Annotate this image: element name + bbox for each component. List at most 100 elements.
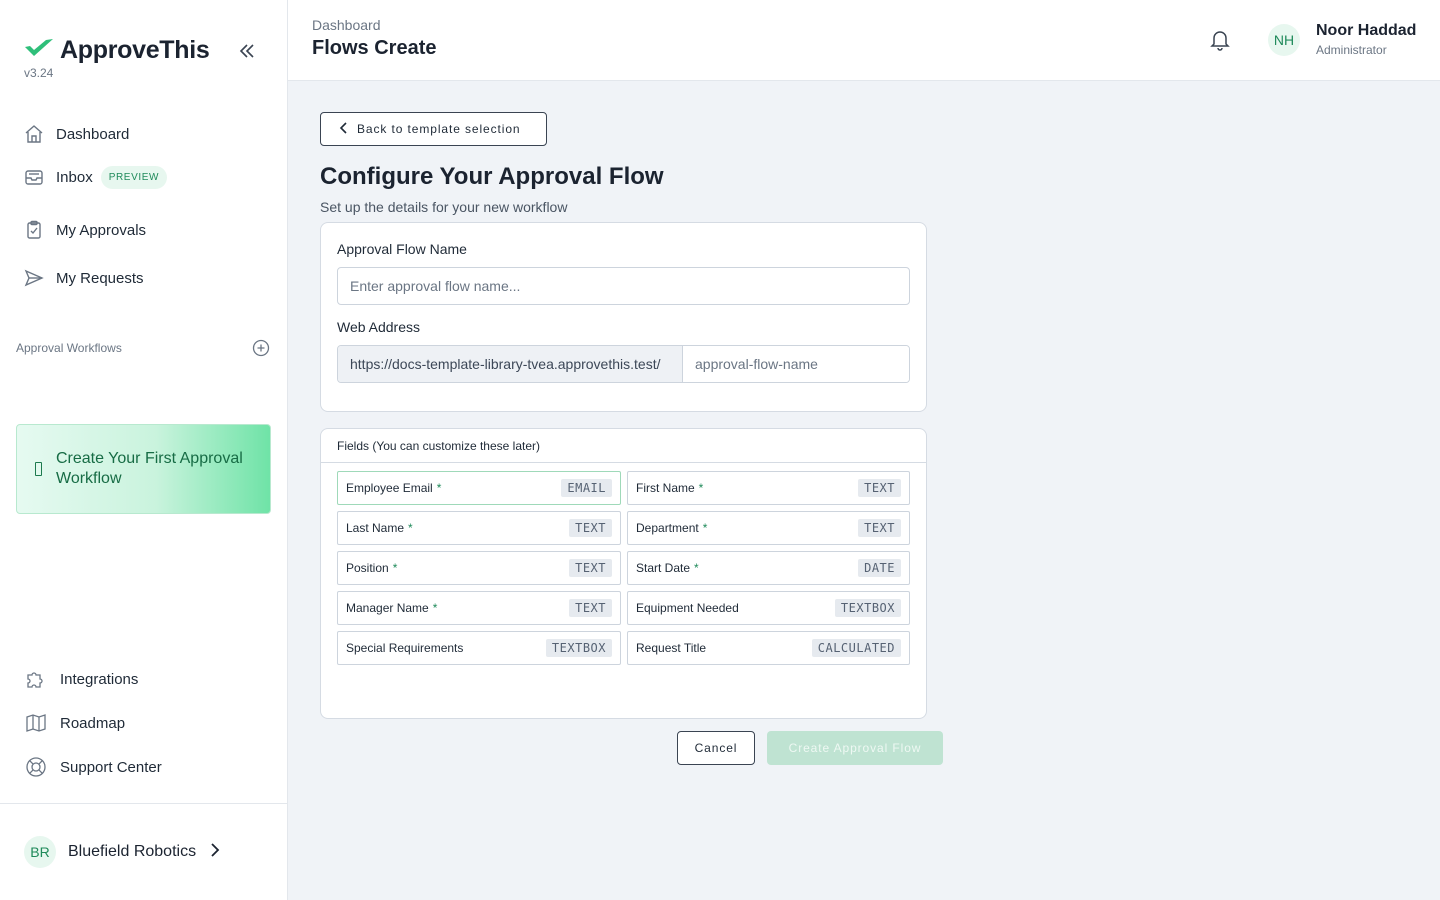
preview-badge: PREVIEW	[100, 166, 168, 189]
user-role: Administrator	[1316, 43, 1387, 57]
check-logo-icon	[24, 37, 54, 64]
approval-workflows-label: Approval Workflows	[16, 341, 122, 355]
field-employee-email[interactable]: Employee Email * EMAIL	[337, 471, 621, 505]
field-name: Employee Email	[346, 481, 433, 495]
back-to-templates-button[interactable]: Back to template selection	[320, 112, 547, 146]
field-type-badge: TEXT	[858, 479, 901, 497]
field-type-badge: TEXT	[569, 519, 612, 537]
org-name: Bluefield Robotics	[68, 843, 197, 860]
field-name: First Name	[636, 481, 695, 495]
user-avatar[interactable]: NH	[1268, 24, 1300, 56]
field-department[interactable]: Department * TEXT	[627, 511, 910, 545]
chevron-left-icon	[339, 121, 357, 137]
nav-my-approvals[interactable]: My Approvals	[24, 220, 146, 240]
lifebuoy-icon	[24, 755, 48, 779]
chevrons-left-icon	[238, 42, 256, 65]
required-marker: *	[698, 481, 704, 495]
create-first-workflow-button[interactable]: Create Your First Approval Workflow	[16, 424, 271, 514]
plus-circle-icon	[252, 339, 270, 361]
send-icon	[24, 268, 44, 288]
field-name: Position	[346, 561, 389, 575]
required-marker: *	[392, 561, 398, 575]
nav-integrations-label: Integrations	[60, 670, 139, 688]
bell-icon	[1208, 31, 1232, 56]
nav-roadmap-label: Roadmap	[60, 714, 126, 732]
sidebar: ApproveThis v3.24 Dashboard Inbox PREVIE…	[0, 0, 288, 900]
notifications-button[interactable]	[1208, 28, 1232, 52]
home-icon	[24, 124, 44, 144]
field-name: Equipment Needed	[636, 601, 739, 615]
puzzle-icon	[24, 667, 48, 691]
nav-support-center[interactable]: Support Center	[24, 755, 162, 779]
field-type-badge: TEXTBOX	[545, 639, 612, 657]
field-type-badge: DATE	[858, 559, 901, 577]
top-bar: Dashboard Flows Create NH Noor Haddad Ad…	[288, 0, 1440, 81]
nav-roadmap[interactable]: Roadmap	[24, 711, 125, 735]
placeholder-icon	[35, 462, 42, 476]
user-name: Noor Haddad	[1316, 22, 1417, 39]
chevron-right-icon	[210, 842, 220, 863]
field-name: Last Name	[346, 521, 405, 535]
fields-header: Fields (You can customize these later)	[321, 429, 926, 463]
field-type-badge: TEXT	[858, 519, 901, 537]
required-marker: *	[432, 601, 438, 615]
field-position[interactable]: Position * TEXT	[337, 551, 621, 585]
nav-my-requests-label: My Requests	[56, 269, 144, 287]
field-special-requirements[interactable]: Special Requirements TEXTBOX	[337, 631, 621, 665]
clipboard-check-icon	[24, 220, 44, 240]
field-manager-name[interactable]: Manager Name * TEXT	[337, 591, 621, 625]
required-marker: *	[702, 521, 708, 535]
required-marker: *	[694, 561, 699, 575]
required-marker: *	[408, 521, 413, 535]
field-first-name[interactable]: First Name * TEXT	[627, 471, 910, 505]
field-equipment-needed[interactable]: Equipment Needed TEXTBOX	[627, 591, 910, 625]
brand-name: ApproveThis	[60, 36, 210, 64]
field-name: Department	[636, 521, 699, 535]
map-icon	[24, 711, 48, 735]
flow-name-input[interactable]	[337, 267, 910, 305]
nav-inbox-label: Inbox	[56, 169, 93, 186]
flow-details-card: Approval Flow Name Web Address https://d…	[320, 222, 927, 412]
field-type-badge: TEXT	[569, 599, 612, 617]
add-workflow-button[interactable]	[252, 339, 270, 357]
field-name: Special Requirements	[346, 641, 464, 655]
nav-support-center-label: Support Center	[60, 758, 162, 776]
url-slug-input[interactable]	[683, 346, 909, 382]
field-type-badge: CALCULATED	[811, 639, 901, 657]
field-request-title[interactable]: Request Title CALCULATED	[627, 631, 910, 665]
section-heading: Configure Your Approval Flow	[320, 163, 664, 190]
collapse-sidebar-button[interactable]	[234, 40, 260, 66]
field-last-name[interactable]: Last Name * TEXT	[337, 511, 621, 545]
field-type-badge: TEXT	[569, 559, 612, 577]
breadcrumb[interactable]: Dashboard	[312, 17, 381, 33]
nav-dashboard[interactable]: Dashboard	[24, 124, 129, 144]
field-type-badge: EMAIL	[561, 479, 612, 497]
nav-integrations[interactable]: Integrations	[24, 667, 138, 691]
nav-dashboard-label: Dashboard	[56, 125, 130, 143]
inbox-icon	[24, 168, 44, 188]
cancel-button[interactable]: Cancel	[677, 731, 755, 765]
flow-name-label: Approval Flow Name	[337, 241, 467, 257]
sidebar-divider	[0, 803, 287, 804]
organization-switcher[interactable]: BR Bluefield Robotics	[24, 836, 220, 868]
section-subheading: Set up the details for your new workflow	[320, 199, 568, 215]
nav-inbox[interactable]: Inbox PREVIEW	[24, 166, 168, 189]
nav-my-requests[interactable]: My Requests	[24, 268, 144, 288]
org-avatar: BR	[24, 836, 56, 868]
web-address-field: https://docs-template-library-tvea.appro…	[337, 345, 910, 383]
nav-my-approvals-label: My Approvals	[56, 221, 147, 239]
field-type-badge: TEXTBOX	[834, 599, 901, 617]
field-name: Request Title	[636, 641, 707, 655]
create-approval-flow-button[interactable]: Create Approval Flow	[767, 731, 943, 765]
page-title: Flows Create	[312, 37, 437, 59]
field-name: Start Date	[636, 561, 691, 575]
brand-logo[interactable]: ApproveThis	[24, 36, 210, 65]
app-version: v3.24	[24, 66, 54, 80]
required-marker: *	[436, 481, 442, 495]
create-first-workflow-label: Create Your First Approval Workflow	[56, 450, 243, 487]
fields-card: Fields (You can customize these later) E…	[320, 428, 927, 719]
field-name: Manager Name	[346, 601, 429, 615]
field-start-date[interactable]: Start Date * DATE	[627, 551, 910, 585]
back-button-label: Back to template selection	[357, 122, 521, 136]
url-prefix: https://docs-template-library-tvea.appro…	[338, 346, 683, 382]
